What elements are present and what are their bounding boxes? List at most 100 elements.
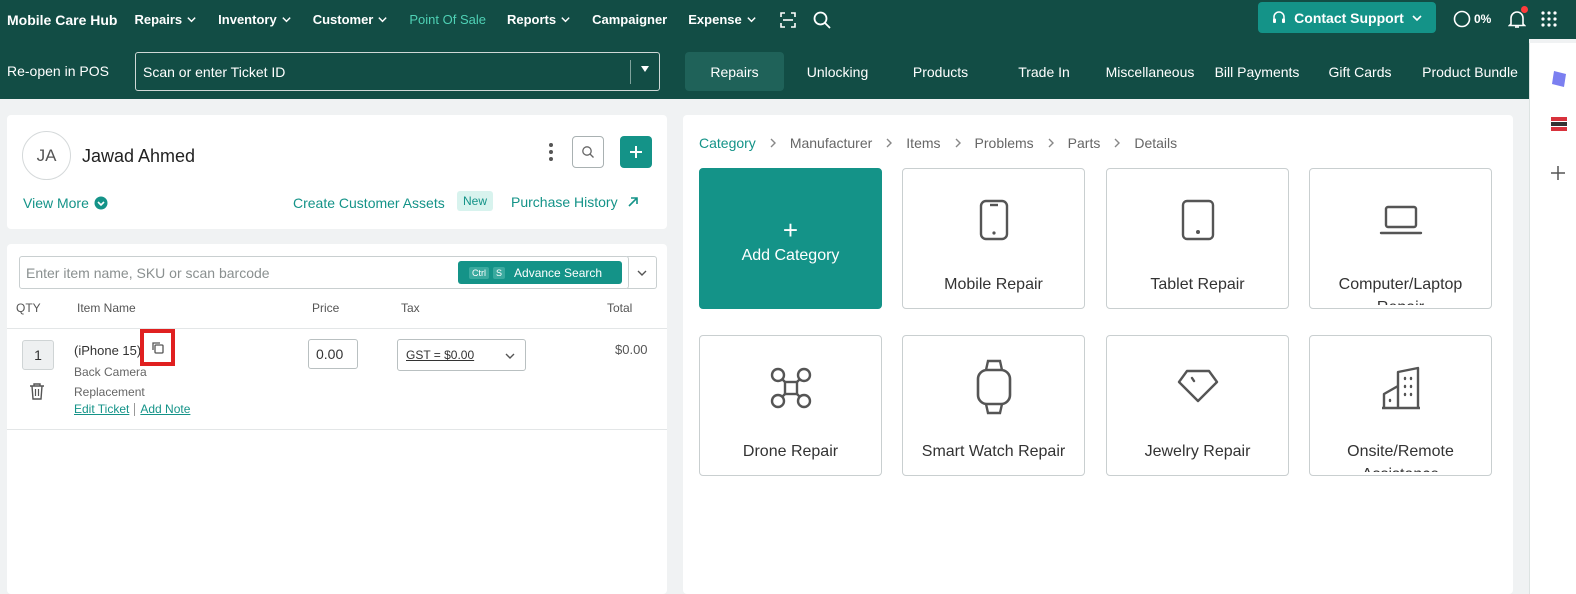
item-name: (iPhone 15) [74, 343, 142, 358]
chevron-right-icon [886, 138, 893, 148]
breadcrumb-problems[interactable]: Problems [975, 135, 1034, 151]
stack-icon[interactable] [1550, 115, 1568, 133]
avatar[interactable]: JA [22, 131, 71, 180]
nav-repairs[interactable]: Repairs [134, 12, 197, 27]
nav-expense[interactable]: Expense [688, 12, 756, 27]
item-total: $0.00 [615, 342, 648, 357]
category-tile-onsite-remote-assistance[interactable]: Onsite/Remote Assistance [1309, 335, 1492, 476]
tile-label: Onsite/Remote Assistance [1347, 443, 1454, 472]
tab-product-bundle[interactable]: Product Bundle [1415, 52, 1525, 91]
nav-point-of-sale[interactable]: Point Of Sale [409, 12, 486, 27]
column-header-total: Total [607, 301, 633, 315]
tab-label: Miscellaneous [1105, 63, 1195, 80]
chevron-down-icon [505, 353, 515, 359]
category-tile-drone-repair[interactable]: Drone Repair [699, 335, 882, 476]
chevron-right-icon [770, 138, 776, 148]
tile-label: Mobile Repair [944, 276, 1043, 293]
column-header-qty: QTY [16, 301, 41, 315]
edit-ticket-link[interactable]: Edit Ticket [74, 402, 129, 416]
chevron-down-icon [378, 17, 388, 23]
nav-campaigner[interactable]: Campaigner [592, 12, 667, 27]
view-more-label: View More [23, 195, 89, 211]
nav-label: Expense [688, 12, 742, 27]
quantity-input[interactable]: 1 [22, 340, 54, 370]
copy-button[interactable] [140, 329, 175, 366]
brand-logo[interactable]: Mobile Care Hub [7, 12, 117, 28]
new-badge: New [457, 191, 494, 211]
tab-label: Repairs [710, 63, 759, 80]
breadcrumb-items[interactable]: Items [906, 135, 940, 151]
add-icon[interactable] [1550, 165, 1566, 181]
chevron-right-icon [1048, 138, 1054, 148]
item-search-placeholder: Enter item name, SKU or scan barcode [26, 264, 270, 281]
tab-gift-cards[interactable]: Gift Cards [1318, 52, 1402, 91]
nav-customer[interactable]: Customer [313, 12, 389, 27]
tab-label: Bill Payments [1214, 63, 1300, 80]
breadcrumb: Category Manufacturer Items Problems Par… [699, 135, 1177, 151]
tab-trade-in[interactable]: Trade In [1000, 52, 1088, 91]
more-options-icon[interactable] [547, 142, 555, 162]
contact-support-button[interactable]: Contact Support [1258, 2, 1436, 33]
mobile-icon [979, 199, 1008, 241]
notification-dot [1521, 6, 1528, 13]
category-tile-jewelry-repair[interactable]: Jewelry Repair [1106, 335, 1289, 476]
nav-inventory[interactable]: Inventory [218, 12, 292, 27]
chevron-down-icon [747, 17, 756, 23]
shortcut-key: Ctrl [469, 266, 489, 279]
add-customer-button[interactable] [620, 136, 652, 168]
search-options-dropdown[interactable] [627, 256, 657, 289]
create-customer-assets-link[interactable]: Create Customer Assets [293, 195, 445, 211]
reopen-label: Re-open in POS [7, 63, 109, 79]
purchase-history-link[interactable]: Purchase History [511, 194, 639, 210]
chevron-right-icon [1114, 138, 1121, 148]
add-category-tile[interactable]: + Add Category [699, 168, 882, 309]
category-tile-tablet-repair[interactable]: Tablet Repair [1106, 168, 1289, 309]
trash-icon[interactable] [29, 382, 45, 400]
scan-icon[interactable] [778, 10, 798, 30]
breadcrumb-details[interactable]: Details [1134, 135, 1177, 151]
tax-select[interactable]: GST = $0.00 [397, 339, 526, 371]
nav-reports[interactable]: Reports [507, 12, 571, 27]
tablet-icon [1181, 199, 1214, 241]
tab-label: Product Bundle [1422, 63, 1518, 80]
category-tile-mobile-repair[interactable]: Mobile Repair [902, 168, 1085, 309]
tab-label: Gift Cards [1328, 63, 1392, 80]
caret-down-icon[interactable] [641, 66, 649, 72]
shortcut-key: S [493, 266, 506, 279]
price-input[interactable]: 0.00 [308, 339, 358, 369]
chevron-down-icon [637, 270, 646, 276]
column-header-tax: Tax [401, 301, 420, 315]
apps-grid-icon[interactable] [1540, 10, 1558, 28]
headset-icon [1273, 10, 1286, 23]
tile-label: Computer/Laptop Repair [1338, 276, 1463, 305]
chevron-down-icon [561, 17, 570, 23]
drone-icon [770, 367, 811, 409]
chevron-circle-down-icon [94, 196, 108, 210]
chevron-down-icon [1412, 14, 1422, 21]
nav-label: Reports [506, 12, 557, 27]
search-icon [582, 146, 594, 158]
copy-icon [152, 342, 164, 354]
customer-name[interactable]: Jawad Ahmed [82, 146, 195, 167]
tab-unlocking[interactable]: Unlocking [790, 52, 885, 91]
tab-products[interactable]: Products [895, 52, 986, 91]
item-description: Back Camera Replacement [74, 365, 147, 399]
tab-repairs[interactable]: Repairs [685, 52, 784, 91]
tab-miscellaneous[interactable]: Miscellaneous [1100, 52, 1200, 91]
contact-support-label: Contact Support [1294, 9, 1404, 26]
category-tile-computer-laptop-repair[interactable]: Computer/Laptop Repair [1309, 168, 1492, 309]
tab-bill-payments[interactable]: Bill Payments [1210, 52, 1304, 91]
advance-search-button[interactable]: Ctrl S Advance Search [458, 261, 622, 284]
view-more-link[interactable]: View More [23, 195, 108, 211]
breadcrumb-category[interactable]: Category [699, 135, 756, 151]
add-note-link[interactable]: Add Note [140, 402, 190, 416]
breadcrumb-parts[interactable]: Parts [1068, 135, 1101, 151]
progress-indicator[interactable]: 0% [1453, 10, 1491, 28]
extension-icon[interactable] [1550, 69, 1568, 89]
category-tile-smart-watch-repair[interactable]: Smart Watch Repair [902, 335, 1085, 476]
ticket-id-input[interactable]: Scan or enter Ticket ID [135, 52, 660, 91]
column-header-item-name: Item Name [77, 301, 136, 315]
breadcrumb-manufacturer[interactable]: Manufacturer [790, 135, 872, 151]
search-customer-button[interactable] [572, 136, 604, 168]
search-icon[interactable] [812, 10, 832, 30]
